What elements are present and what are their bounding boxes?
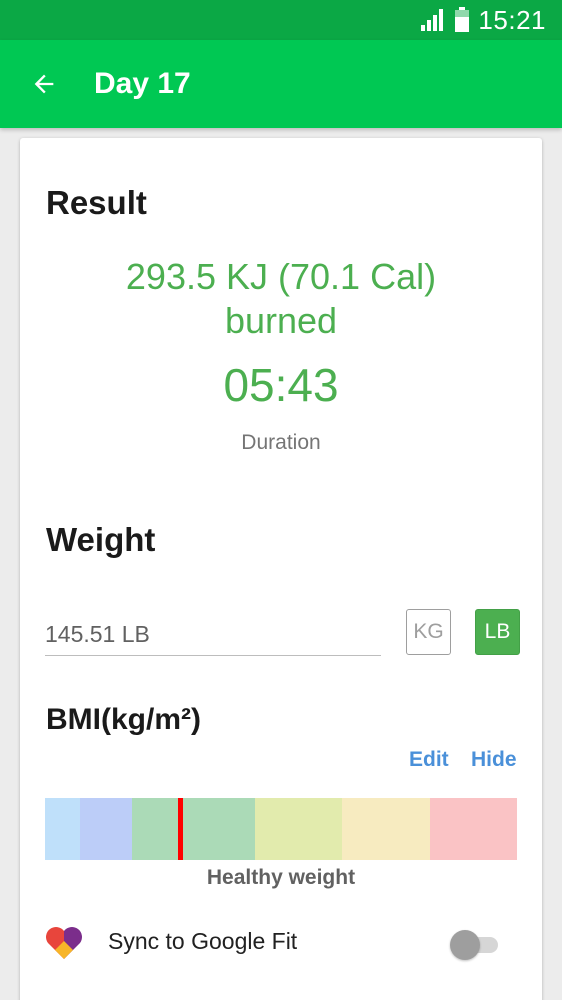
bmi-segment-healthy-high (179, 798, 255, 860)
bmi-heading: BMI(kg/m²) (46, 703, 201, 736)
unit-kg-button[interactable]: KG (406, 609, 451, 655)
weight-input[interactable] (45, 608, 381, 656)
status-time: 15:21 (478, 4, 546, 35)
app-bar: Day 17 (0, 40, 562, 128)
toggle-thumb (450, 930, 480, 960)
battery-icon (455, 7, 470, 32)
result-heading: Result (46, 184, 147, 221)
signal-icon (421, 9, 444, 31)
bmi-hide-button[interactable]: Hide (471, 748, 517, 772)
energy-burned-value: 293.5 KJ (70.1 Cal) (125, 256, 437, 297)
burned-label: burned (224, 300, 338, 341)
google-fit-row: Sync to Google Fit (20, 918, 542, 968)
bmi-category-label: Healthy weight (206, 866, 356, 889)
bmi-segment-overweight (255, 798, 342, 860)
google-fit-heart-icon (46, 927, 82, 959)
arrow-left-icon (34, 74, 54, 94)
page-title: Day 17 (94, 67, 191, 100)
weight-heading: Weight (46, 521, 156, 558)
bmi-indicator (178, 798, 183, 860)
bmi-segment-healthy-low (132, 798, 179, 860)
google-fit-toggle[interactable] (450, 930, 500, 960)
back-button[interactable] (0, 40, 88, 128)
unit-lb-button[interactable]: LB (475, 609, 520, 655)
bmi-segment-underweight (80, 798, 132, 860)
duration-label: Duration (241, 431, 321, 454)
bmi-segment-very-severely-underweight (45, 798, 80, 860)
bmi-edit-button[interactable]: Edit (409, 748, 449, 772)
duration-value: 05:43 (223, 359, 339, 411)
google-fit-label: Sync to Google Fit (108, 928, 298, 954)
status-bar: 15:21 (0, 0, 562, 40)
bmi-segment-severely-obese (430, 798, 517, 860)
bmi-scale-bar (45, 798, 517, 860)
result-card: Result 293.5 KJ (70.1 Cal) burned 05:43 … (20, 138, 542, 1000)
bmi-segment-obese (342, 798, 430, 860)
